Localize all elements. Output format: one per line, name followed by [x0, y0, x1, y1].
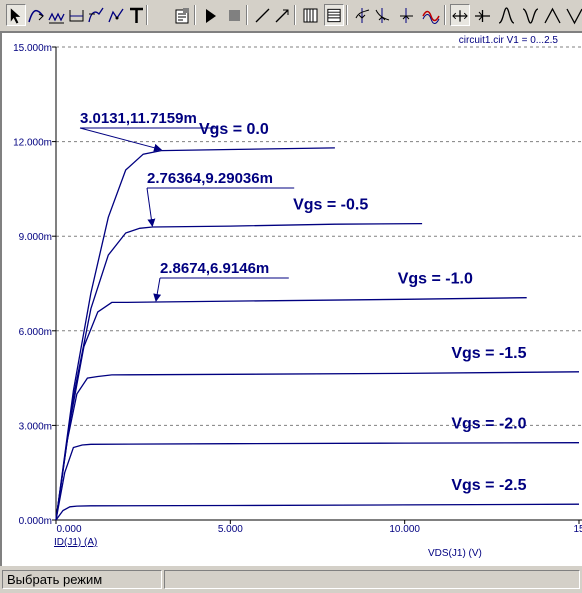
range-tool-button[interactable]	[66, 4, 86, 26]
grid-horizontal-icon	[327, 8, 341, 22]
valley2-button[interactable]	[564, 4, 582, 26]
line-tool-button[interactable]	[252, 4, 272, 26]
arrow-line-tool-icon	[275, 9, 288, 22]
toolbar-separator	[346, 5, 348, 25]
chart[interactable]: 0.000m 3.000m 6.000m 9.000m 12.000m 15.000m 0.…	[2, 33, 582, 566]
properties-button[interactable]	[172, 4, 192, 26]
stop-button[interactable]	[224, 4, 244, 26]
y-axis-label: ID(J1) (A)	[54, 537, 97, 548]
cursor-next-icon	[399, 7, 413, 23]
series-label-1: Vgs = -0.5	[293, 197, 368, 214]
y-tick-label: 9.000m	[19, 232, 52, 243]
y-tick-label: 12.000m	[13, 138, 52, 149]
valley-icon	[522, 7, 538, 24]
cursor-right-button[interactable]	[372, 4, 392, 26]
status-bar: Выбрать режим	[0, 566, 582, 593]
curve-tool3-icon	[87, 7, 104, 22]
annotation-label-0: 3.0131,11.7159m	[80, 110, 197, 127]
grid-lines	[56, 46, 582, 426]
curve-tool2-button[interactable]	[46, 4, 66, 26]
cursor-wave-icon	[421, 10, 440, 24]
line-tool-icon	[255, 8, 269, 22]
toolbar	[0, 0, 582, 32]
peak2-icon	[543, 7, 561, 23]
toolbar-separator	[194, 5, 196, 25]
annotation-arrow	[153, 277, 162, 302]
curve-tool4-icon	[107, 8, 124, 22]
curve-tool4-button[interactable]	[106, 4, 126, 26]
grid-vertical-button[interactable]	[300, 4, 320, 26]
annotation-arrow	[146, 187, 156, 228]
y-tick-label: 15.000m	[13, 43, 52, 54]
properties-icon	[175, 7, 189, 23]
grid-vertical-icon	[303, 8, 317, 22]
series-line-3	[55, 371, 580, 521]
x-tick-label: 15	[573, 524, 582, 535]
annotation-arrow	[79, 127, 163, 152]
stop-icon	[228, 9, 240, 21]
text-tool-icon	[129, 7, 143, 23]
annotation-label-2: 2.8674,6.9146m	[160, 260, 269, 277]
x-tick-label: 0.000	[56, 524, 81, 535]
peak-button[interactable]	[496, 4, 516, 26]
toolbar-separator	[444, 5, 446, 25]
curve-tool-button[interactable]	[26, 4, 46, 26]
cursor-right-icon	[375, 7, 389, 23]
y-tick-label: 3.000m	[19, 421, 52, 432]
select-mode-icon	[10, 7, 21, 24]
curve-tool2-icon	[47, 12, 65, 23]
valley-button[interactable]	[520, 4, 540, 26]
tina-analysis-window: 0.000m 3.000m 6.000m 9.000m 12.000m 15.000m 0.…	[0, 0, 582, 593]
cursor-crosshair-button[interactable]	[450, 4, 470, 26]
x-tick-label: 10.000	[389, 524, 420, 535]
chart-title: circuit1.cir V1 = 0...2.5	[459, 35, 559, 46]
cursor-left-icon	[355, 7, 369, 23]
valley2-icon	[565, 8, 582, 24]
range-tool-icon	[69, 9, 83, 21]
text-tool-button[interactable]	[126, 4, 146, 26]
run-icon	[205, 8, 216, 23]
series-label-2: Vgs = -1.0	[398, 271, 473, 288]
cursor-crosshair-icon	[452, 9, 468, 22]
series-label-4: Vgs = -2.0	[451, 416, 526, 433]
toolbar-separator	[146, 5, 148, 25]
y-tick-label: 0.000m	[19, 516, 52, 527]
plot-area[interactable]: 0.000m 3.000m 6.000m 9.000m 12.000m 15.000m 0.…	[0, 32, 582, 566]
cursor-wave-button[interactable]	[420, 4, 440, 26]
y-tick-label: 6.000m	[19, 327, 52, 338]
cursor-next-button[interactable]	[396, 4, 416, 26]
x-tick-label: 5.000	[218, 524, 243, 535]
status-mode-text: Выбрать режим	[2, 570, 162, 589]
curve-tool3-button[interactable]	[86, 4, 106, 26]
select-mode-button[interactable]	[6, 4, 26, 26]
toolbar-separator	[294, 5, 296, 25]
cursor-crosshair2-button[interactable]	[472, 4, 492, 26]
cursor-crosshair2-icon	[474, 9, 490, 22]
run-button[interactable]	[200, 4, 220, 26]
cursor-left-button[interactable]	[352, 4, 372, 26]
curve-tool-icon	[27, 9, 44, 22]
grid-horizontal-button[interactable]	[324, 4, 344, 26]
status-secondary-text	[164, 570, 580, 589]
series-label-5: Vgs = -2.5	[451, 477, 526, 494]
series-label-0: Vgs = 0.0	[199, 121, 269, 138]
series-line-5	[55, 503, 580, 521]
toolbar-separator	[246, 5, 248, 25]
x-axis-label: VDS(J1) (V)	[428, 548, 482, 559]
arrow-line-tool-button[interactable]	[272, 4, 292, 26]
peak2-button[interactable]	[542, 4, 562, 26]
peak-icon	[498, 6, 514, 24]
series-label-3: Vgs = -1.5	[451, 345, 526, 362]
annotation-label-1: 2.76364,9.29036m	[147, 170, 273, 187]
